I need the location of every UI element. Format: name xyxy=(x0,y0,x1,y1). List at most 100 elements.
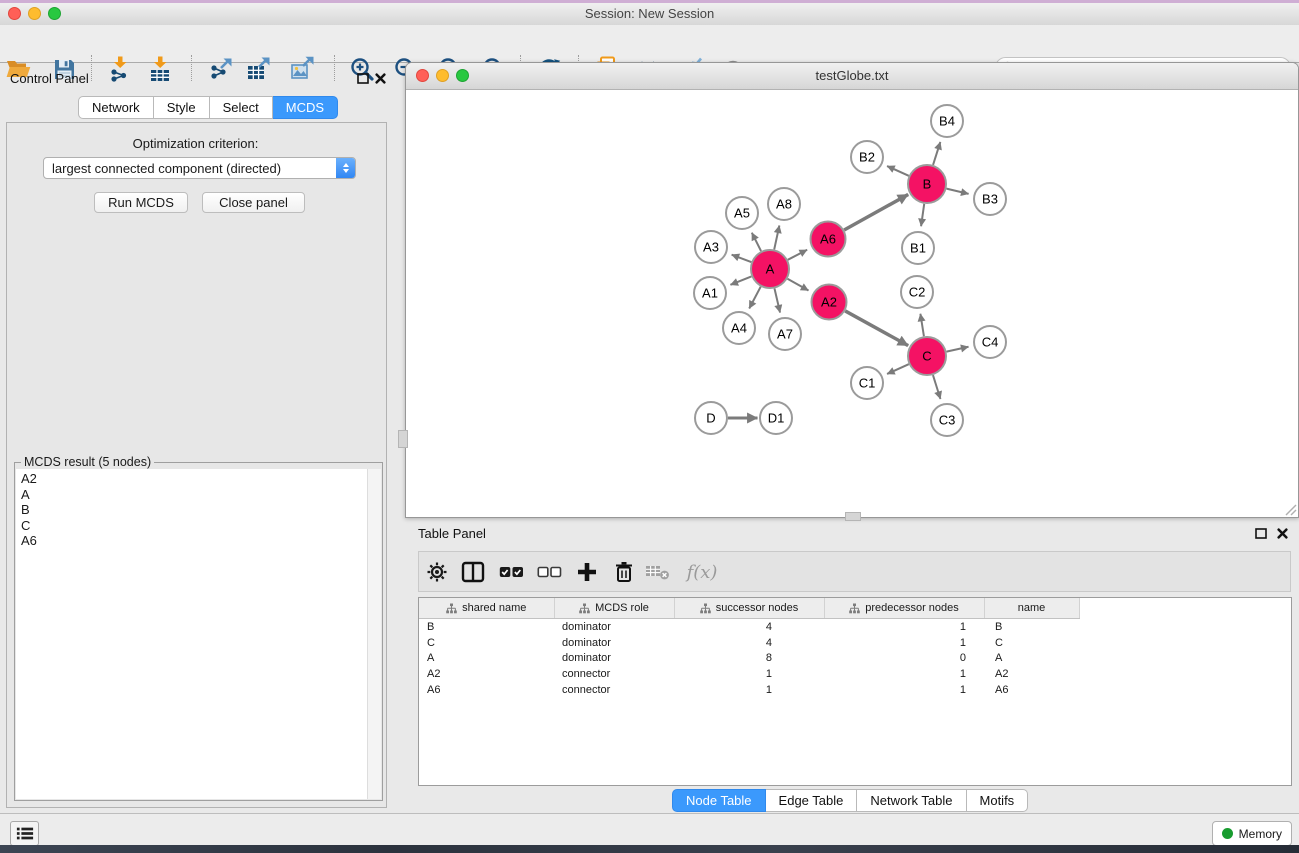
node-C1[interactable]: C1 xyxy=(851,367,883,399)
network-graph[interactable]: A A1 A2 A3 A4 A5 A6 A7 A8 B B1 B2 B3 B4 C C1 C2 C3 C4 D D1 xyxy=(406,89,1298,517)
delete-table-icon[interactable] xyxy=(645,560,671,584)
edge-A6-B[interactable] xyxy=(844,194,908,230)
edge-A-A7[interactable] xyxy=(774,288,780,312)
table-row[interactable]: Cdominator41C xyxy=(419,635,1291,651)
edge-A-A1[interactable] xyxy=(730,276,751,284)
edge-A2-C[interactable] xyxy=(845,311,908,346)
toolbar-separator xyxy=(334,55,335,81)
tab-edge-table[interactable]: Edge Table xyxy=(766,789,858,812)
column-header-successor-nodes[interactable]: successor nodes xyxy=(674,598,824,619)
export-table-icon[interactable] xyxy=(245,55,273,83)
criterion-dropdown[interactable]: largest connected component (directed) xyxy=(43,157,356,179)
node-C3[interactable]: C3 xyxy=(931,404,963,436)
edge-C-C2[interactable] xyxy=(920,314,924,337)
float-table-panel-icon[interactable] xyxy=(1254,527,1268,540)
edge-A-A2[interactable] xyxy=(787,279,808,291)
node-C2[interactable]: C2 xyxy=(901,276,933,308)
export-image-icon[interactable] xyxy=(289,55,317,83)
export-network-icon[interactable] xyxy=(207,55,235,83)
control-panel-title: Control Panel xyxy=(10,71,89,86)
table-row[interactable]: A6connector11A6 xyxy=(419,682,1291,698)
edge-A-A8[interactable] xyxy=(774,226,779,250)
node-A5[interactable]: A5 xyxy=(726,197,758,229)
edge-A-A6[interactable] xyxy=(788,250,807,260)
select-all-checkboxes-icon[interactable] xyxy=(498,560,524,584)
column-header-mcds-role[interactable]: MCDS role xyxy=(554,598,674,619)
tab-style[interactable]: Style xyxy=(154,96,210,119)
node-C[interactable]: C xyxy=(908,337,946,375)
tab-node-table[interactable]: Node Table xyxy=(672,789,766,812)
mcds-result-item[interactable]: C xyxy=(21,518,368,534)
table-cell: dominator xyxy=(554,651,674,667)
table-row[interactable]: A2connector11A2 xyxy=(419,666,1291,682)
vertical-split-handle[interactable] xyxy=(398,430,408,448)
float-panel-icon[interactable] xyxy=(356,72,370,85)
table-cell: B xyxy=(419,619,554,635)
node-A6[interactable]: A6 xyxy=(811,222,846,257)
import-network-icon[interactable] xyxy=(106,55,134,83)
deselect-all-checkboxes-icon[interactable] xyxy=(536,560,562,584)
node-C4[interactable]: C4 xyxy=(974,326,1006,358)
node-A[interactable]: A xyxy=(751,250,789,288)
edge-C-C1[interactable] xyxy=(887,364,909,374)
table-cell: 1 xyxy=(674,682,824,698)
run-mcds-button[interactable]: Run MCDS xyxy=(94,192,188,213)
mcds-result-item[interactable]: B xyxy=(21,502,368,518)
edge-B-B2[interactable] xyxy=(887,166,909,176)
close-panel-icon[interactable] xyxy=(374,72,387,85)
delete-column-icon[interactable] xyxy=(611,560,637,584)
edge-B-B1[interactable] xyxy=(921,204,924,226)
mcds-result-item[interactable]: A xyxy=(21,487,368,503)
mcds-result-item[interactable]: A2 xyxy=(21,471,368,487)
svg-text:A6: A6 xyxy=(820,232,836,247)
memory-button[interactable]: Memory xyxy=(1212,821,1292,846)
column-header-predecessor-nodes[interactable]: predecessor nodes xyxy=(824,598,984,619)
column-header-name[interactable]: name xyxy=(984,598,1079,619)
node-A2[interactable]: A2 xyxy=(812,285,847,320)
column-header-shared-name[interactable]: shared name xyxy=(419,598,554,619)
tab-network[interactable]: Network xyxy=(78,96,154,119)
close-panel-button[interactable]: Close panel xyxy=(202,192,305,213)
node-A3[interactable]: A3 xyxy=(695,231,727,263)
close-table-panel-icon[interactable] xyxy=(1276,527,1289,540)
panel-list-button[interactable] xyxy=(10,821,39,846)
edge-C-C3[interactable] xyxy=(933,375,940,399)
node-A1[interactable]: A1 xyxy=(694,277,726,309)
edge-A-A4[interactable] xyxy=(749,287,760,309)
dropdown-stepper-icon xyxy=(336,158,355,178)
tab-network-table[interactable]: Network Table xyxy=(857,789,966,812)
node-D[interactable]: D xyxy=(695,402,727,434)
result-scrollbar[interactable] xyxy=(367,469,381,799)
node-B4[interactable]: B4 xyxy=(931,105,963,137)
edge-C-C4[interactable] xyxy=(947,347,969,352)
node-D1[interactable]: D1 xyxy=(760,402,792,434)
tab-motifs[interactable]: Motifs xyxy=(967,789,1029,812)
network-window-titlebar[interactable]: testGlobe.txt xyxy=(406,63,1298,90)
add-column-icon[interactable] xyxy=(574,560,600,584)
horizontal-split-handle[interactable] xyxy=(845,512,861,521)
node-A8[interactable]: A8 xyxy=(768,188,800,220)
table-cell: dominator xyxy=(554,635,674,651)
node-B2[interactable]: B2 xyxy=(851,141,883,173)
mcds-result-item[interactable]: A6 xyxy=(21,533,368,549)
node-A7[interactable]: A7 xyxy=(769,318,801,350)
toolbar-separator xyxy=(191,55,192,81)
table-row[interactable]: Adominator80A xyxy=(419,651,1291,667)
node-B3[interactable]: B3 xyxy=(974,183,1006,215)
toolbar-separator xyxy=(91,55,92,81)
table-row[interactable]: Bdominator41B xyxy=(419,619,1291,635)
settings-gear-icon[interactable] xyxy=(424,560,450,584)
edge-A-A3[interactable] xyxy=(732,255,752,262)
tab-select[interactable]: Select xyxy=(210,96,273,119)
edge-B-B3[interactable] xyxy=(946,189,968,194)
split-panel-icon[interactable] xyxy=(460,560,486,584)
resize-grip-icon[interactable] xyxy=(1283,502,1297,516)
edge-B-B4[interactable] xyxy=(933,142,940,165)
import-table-icon[interactable] xyxy=(146,55,174,83)
node-A4[interactable]: A4 xyxy=(723,312,755,344)
function-builder-icon[interactable]: f(x) xyxy=(683,560,721,584)
edge-A-A5[interactable] xyxy=(752,233,761,251)
node-B1[interactable]: B1 xyxy=(902,232,934,264)
tab-mcds[interactable]: MCDS xyxy=(273,96,338,119)
node-B[interactable]: B xyxy=(908,165,946,203)
